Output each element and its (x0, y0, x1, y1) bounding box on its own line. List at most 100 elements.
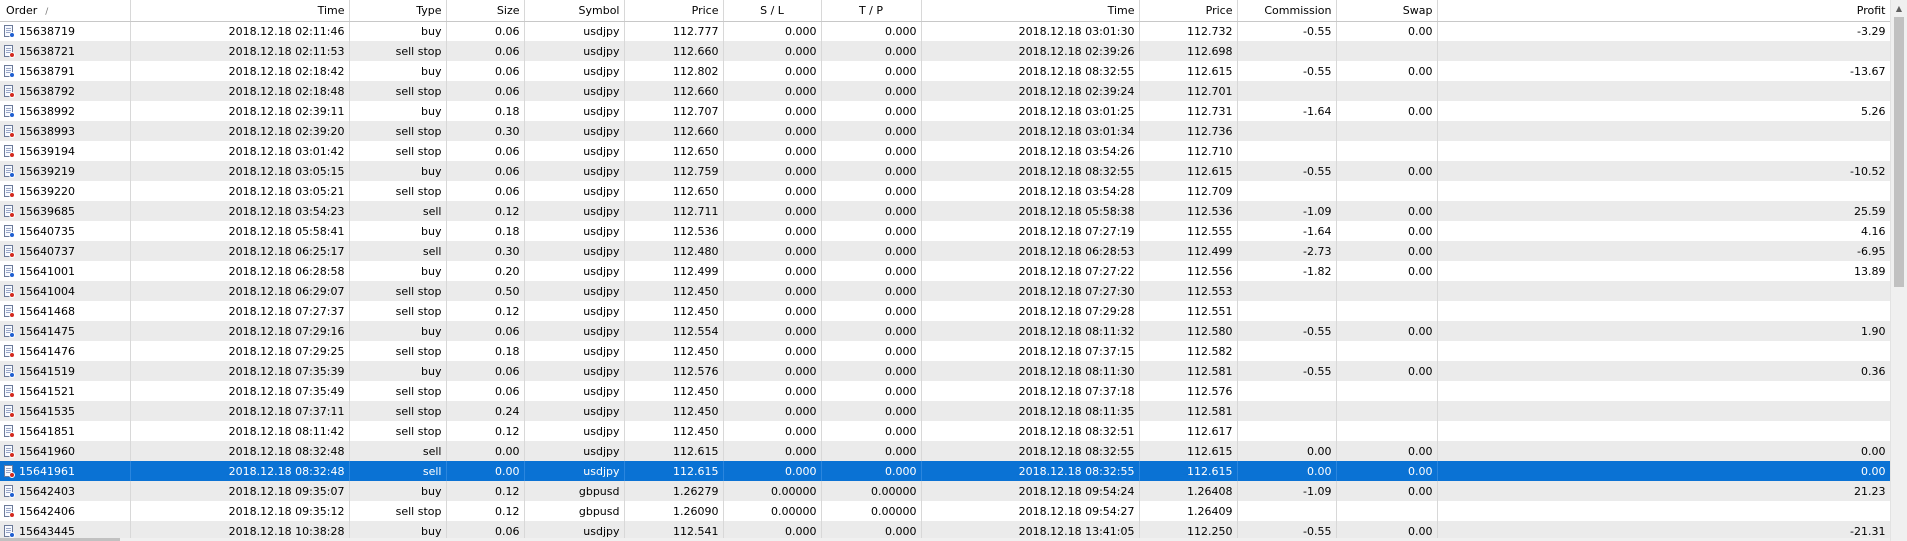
cell-close-price: 112.731 (1139, 101, 1238, 121)
cell-tp: 0.000 (821, 441, 922, 461)
column-header-order[interactable]: Order / (0, 0, 131, 22)
column-header-symbol[interactable]: Symbol (524, 0, 625, 22)
cell-size: 0.06 (446, 21, 525, 41)
cell-sl: 0.000 (723, 121, 822, 141)
vertical-scrollbar[interactable]: ▲ (1890, 0, 1907, 541)
order-number: 15641521 (19, 384, 75, 398)
table-row[interactable]: 15641001 2018.12.18 06:28:58 buy 0.20 usdjpy… (0, 261, 1890, 281)
cell-close-time: 2018.12.18 07:27:22 (921, 261, 1140, 281)
column-header-close-price[interactable]: Price (1139, 0, 1238, 22)
cell-close-price: 112.617 (1139, 421, 1238, 441)
table-row[interactable]: 15638791 2018.12.18 02:18:42 buy 0.06 usdjpy… (0, 61, 1890, 81)
cell-close-price: 112.582 (1139, 341, 1238, 361)
column-header-commission[interactable]: Commission (1237, 0, 1337, 22)
cell-profit: 4.16 (1437, 221, 1890, 241)
cell-commission (1237, 401, 1337, 421)
table-row[interactable]: 15639219 2018.12.18 03:05:15 buy 0.06 usdjpy… (0, 161, 1890, 181)
cell-symbol: usdjpy (524, 241, 625, 261)
column-header-profit[interactable]: Profit (1437, 0, 1890, 22)
column-header-close-time[interactable]: Time (921, 0, 1140, 22)
cell-close-price: 1.26408 (1139, 481, 1238, 501)
column-header-swap[interactable]: Swap (1336, 0, 1438, 22)
cell-profit: -6.95 (1437, 241, 1890, 261)
table-row[interactable]: 15640735 2018.12.18 05:58:41 buy 0.18 usdjpy… (0, 221, 1890, 241)
cell-open-price: 112.450 (624, 381, 724, 401)
table-row[interactable]: 15641960 2018.12.18 08:32:48 sell 0.00 usdjp… (0, 441, 1890, 461)
order-number: 15641468 (19, 304, 75, 318)
column-header-sl[interactable]: S / L (723, 0, 822, 22)
table-row[interactable]: 15641519 2018.12.18 07:35:39 buy 0.06 usdjpy… (0, 361, 1890, 381)
cell-open-price: 112.650 (624, 181, 724, 201)
column-header-type[interactable]: Type (349, 0, 447, 22)
cell-type: buy (349, 261, 447, 281)
table-row[interactable]: 15640737 2018.12.18 06:25:17 sell 0.30 usdjp… (0, 241, 1890, 261)
column-header-time[interactable]: Time (130, 0, 350, 22)
sell-order-icon (4, 84, 15, 98)
cell-swap (1336, 501, 1438, 521)
cell-close-time: 2018.12.18 02:39:24 (921, 81, 1140, 101)
cell-sl: 0.000 (723, 441, 822, 461)
cell-symbol: usdjpy (524, 161, 625, 181)
sell-order-icon (4, 384, 15, 398)
cell-close-price: 112.615 (1139, 461, 1238, 481)
cell-type: sell (349, 241, 447, 261)
cell-order: 15638719 (0, 21, 131, 41)
cell-order: 15638992 (0, 101, 131, 121)
table-row[interactable]: 15638993 2018.12.18 02:39:20 sell stop 0.30… (0, 121, 1890, 141)
cell-tp: 0.000 (821, 301, 922, 321)
table-row[interactable]: 15639194 2018.12.18 03:01:42 sell stop 0.06… (0, 141, 1890, 161)
scroll-up-arrow-icon[interactable]: ▲ (1891, 0, 1907, 17)
table-row[interactable]: 15641476 2018.12.18 07:29:25 sell stop 0.18… (0, 341, 1890, 361)
cell-size: 0.12 (446, 201, 525, 221)
table-row-selected[interactable]: 15641961 2018.12.18 08:32:48 sell 0.00 usdjp… (0, 461, 1890, 481)
column-header-size[interactable]: Size (446, 0, 525, 22)
cell-open-time: 2018.12.18 06:25:17 (130, 241, 350, 261)
cell-commission (1237, 81, 1337, 101)
cell-close-time: 2018.12.18 07:27:19 (921, 221, 1140, 241)
order-number: 15641851 (19, 424, 75, 438)
table-row[interactable]: 15638719 2018.12.18 02:11:46 buy 0.06 usdjpy… (0, 21, 1890, 41)
cell-open-time: 2018.12.18 07:29:16 (130, 321, 350, 341)
sell-order-icon (4, 304, 15, 318)
table-row[interactable]: 15638721 2018.12.18 02:11:53 sell stop 0.06… (0, 41, 1890, 61)
sell-order-icon (4, 244, 15, 258)
vertical-scroll-thumb[interactable] (1894, 17, 1904, 287)
cell-order: 15642403 (0, 481, 131, 501)
cell-size: 0.06 (446, 381, 525, 401)
table-row[interactable]: 15638992 2018.12.18 02:39:11 buy 0.18 usdjpy… (0, 101, 1890, 121)
cell-order: 15641004 (0, 281, 131, 301)
table-row[interactable]: 15641535 2018.12.18 07:37:11 sell stop 0.24… (0, 401, 1890, 421)
table-row[interactable]: 15638792 2018.12.18 02:18:48 sell stop 0.06… (0, 81, 1890, 101)
cell-swap: 0.00 (1336, 101, 1438, 121)
table-row[interactable]: 15642403 2018.12.18 09:35:07 buy 0.12 gbpusd… (0, 481, 1890, 501)
table-row[interactable]: 15639685 2018.12.18 03:54:23 sell 0.12 usdjp… (0, 201, 1890, 221)
table-row[interactable]: 15641004 2018.12.18 06:29:07 sell stop 0.50… (0, 281, 1890, 301)
cell-tp: 0.00000 (821, 481, 922, 501)
cell-size: 0.20 (446, 261, 525, 281)
cell-profit: -10.52 (1437, 161, 1890, 181)
table-row[interactable]: 15641851 2018.12.18 08:11:42 sell stop 0.12… (0, 421, 1890, 441)
cell-size: 0.06 (446, 361, 525, 381)
cell-commission: -1.82 (1237, 261, 1337, 281)
table-row[interactable]: 15639220 2018.12.18 03:05:21 sell stop 0.06… (0, 181, 1890, 201)
table-row[interactable]: 15642406 2018.12.18 09:35:12 sell stop 0.12… (0, 501, 1890, 521)
order-number: 15641519 (19, 364, 75, 378)
order-number: 15639220 (19, 184, 75, 198)
cell-swap: 0.00 (1336, 241, 1438, 261)
cell-tp: 0.000 (821, 261, 922, 281)
table-row[interactable]: 15641468 2018.12.18 07:27:37 sell stop 0.12… (0, 301, 1890, 321)
table-row[interactable]: 15641521 2018.12.18 07:35:49 sell stop 0.06… (0, 381, 1890, 401)
cell-order: 15639220 (0, 181, 131, 201)
sell-order-icon (4, 404, 15, 418)
column-header-price[interactable]: Price (624, 0, 724, 22)
buy-order-icon (4, 24, 15, 38)
cell-type: buy (349, 481, 447, 501)
cell-tp: 0.000 (821, 141, 922, 161)
sell-order-icon (4, 344, 15, 358)
table-row[interactable]: 15641475 2018.12.18 07:29:16 buy 0.06 usdjpy… (0, 321, 1890, 341)
cell-sl: 0.000 (723, 321, 822, 341)
cell-open-time: 2018.12.18 03:54:23 (130, 201, 350, 221)
column-header-tp[interactable]: T / P (821, 0, 922, 22)
cell-swap (1336, 281, 1438, 301)
cell-commission (1237, 341, 1337, 361)
